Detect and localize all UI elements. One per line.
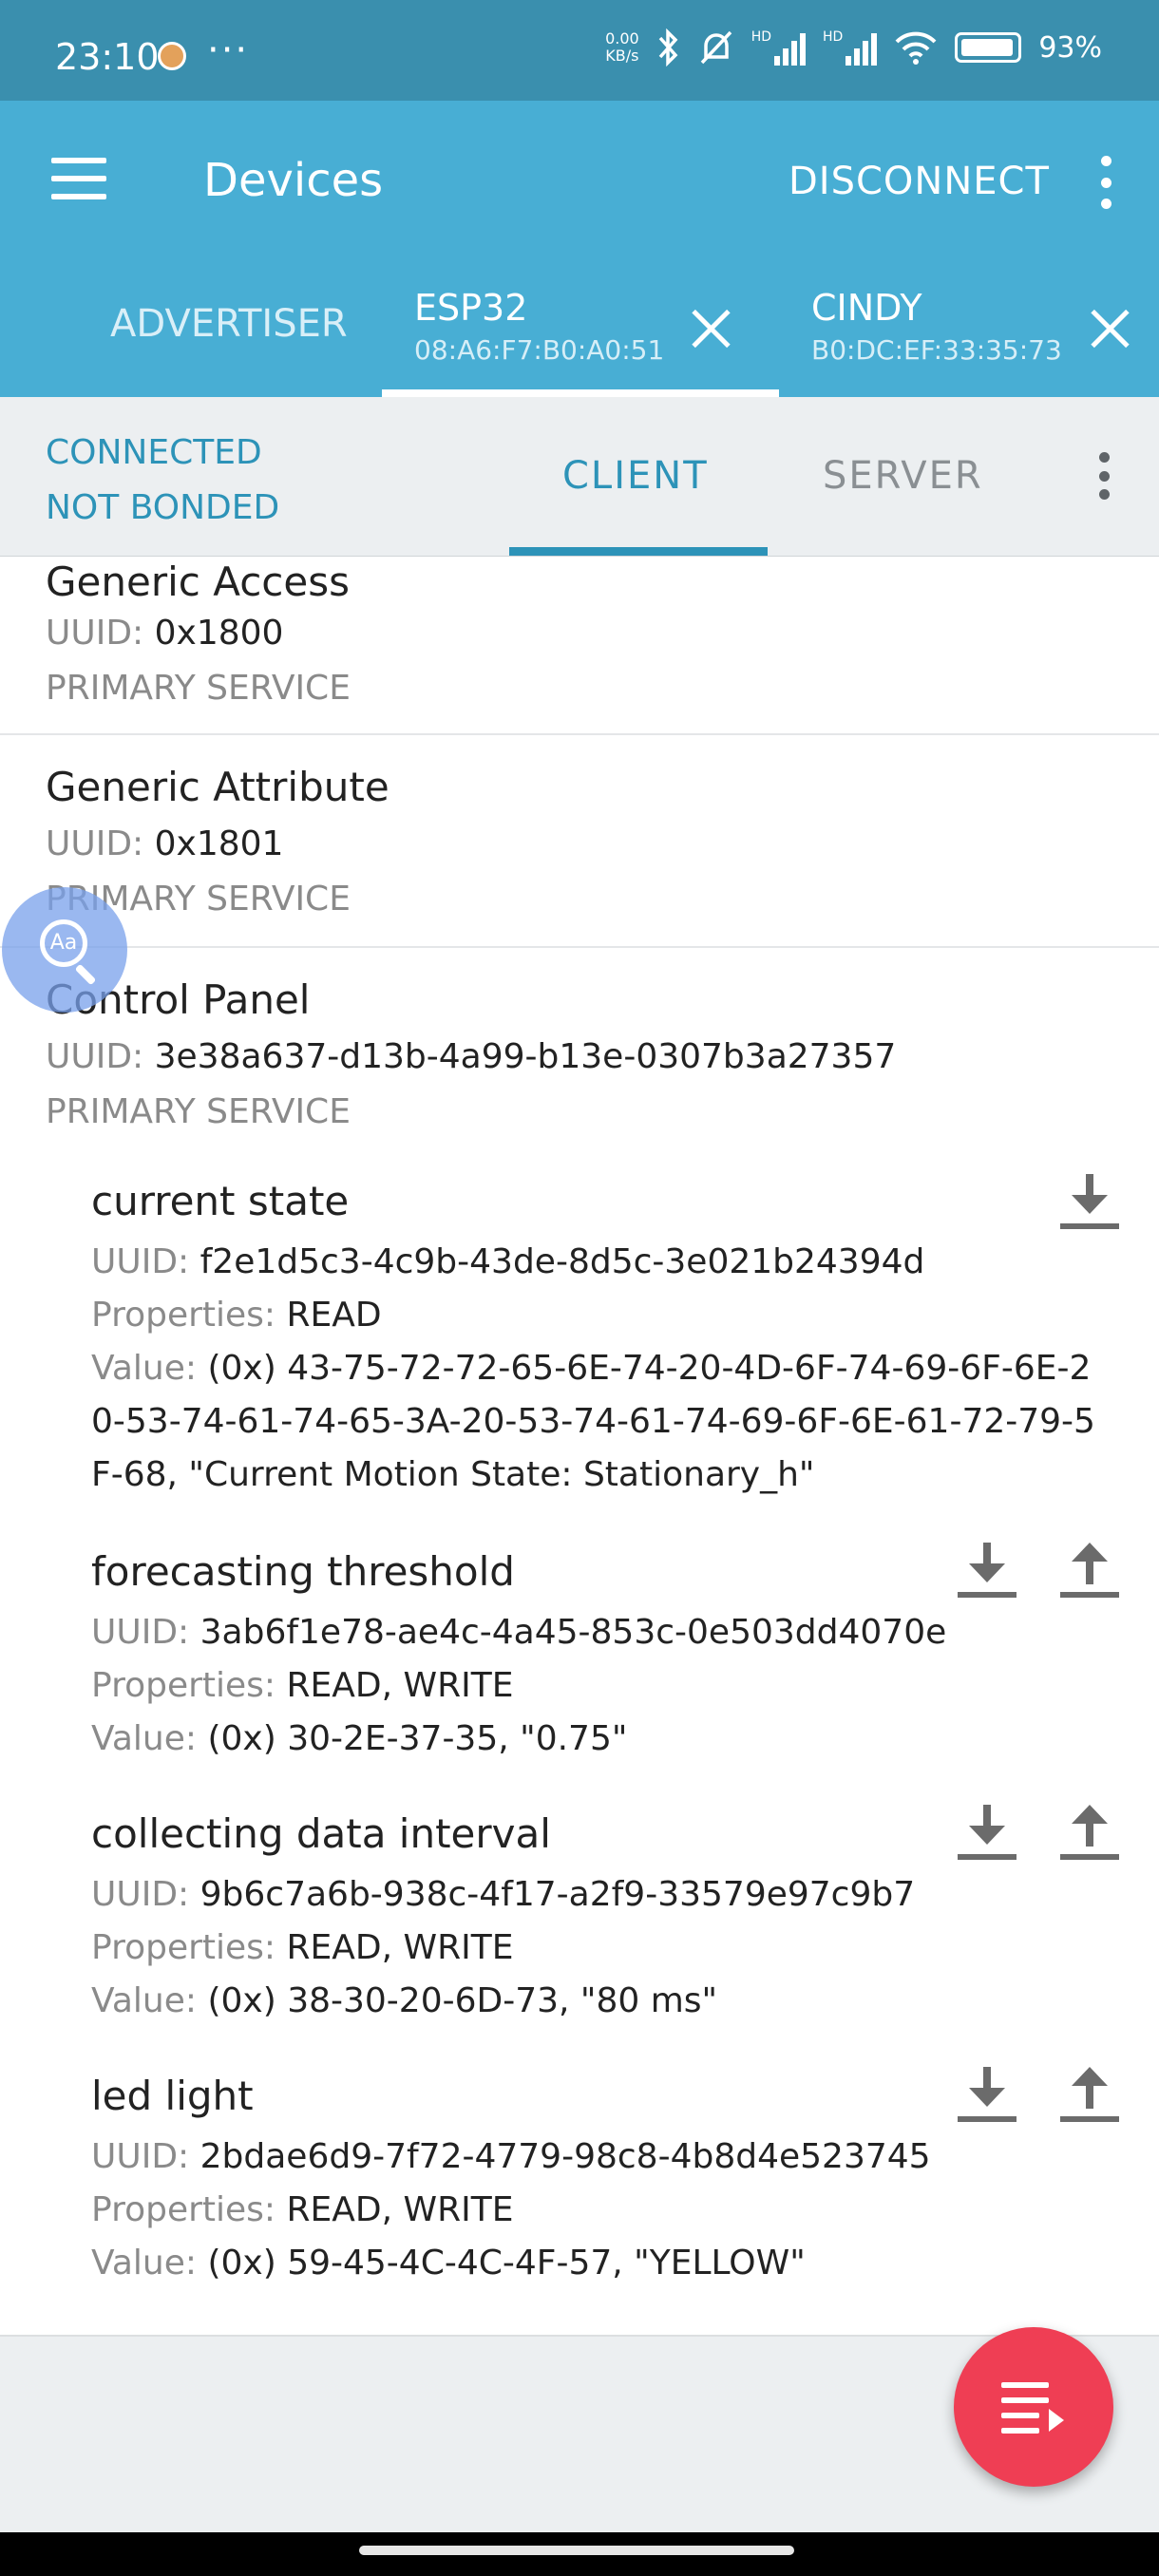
connection-state: CONNECTED [46,433,262,472]
characteristic-current-state[interactable]: current state UUID: f2e1d5c3-4c9b-43de-8… [91,1178,1098,1502]
service-type: PRIMARY SERVICE [46,1092,351,1131]
bell-muted-icon [700,30,732,65]
download-arrow-icon[interactable] [958,1805,1016,1860]
more-vert-icon[interactable] [1100,156,1112,209]
characteristic-value: Value: (0x) 43-75-72-72-65-6E-74-20-4D-6… [91,1349,1095,1494]
tab-esp32-mac: 08:A6:F7:B0:A0:51 [414,334,665,366]
characteristic-uuid: UUID: 3ab6f1e78-ae4c-4a45-853c-0e503dd40… [91,1613,947,1652]
battery-percent: 93% [1038,30,1102,65]
tab-cindy[interactable]: CINDY B0:DC:EF:33:35:73 [811,287,1062,366]
service-uuid: UUID: 3e38a637-d13b-4a99-b13e-0307b3a273… [46,1037,897,1076]
net-speed: 0.00 KB/s [605,29,639,65]
characteristic-value: Value: (0x) 30-2E-37-35, "0.75" [91,1719,628,1758]
close-icon[interactable] [690,308,732,350]
close-icon[interactable] [1089,308,1130,350]
characteristic-uuid: UUID: f2e1d5c3-4c9b-43de-8d5c-3e021b2439… [91,1242,925,1281]
system-navigation-bar [0,2532,1159,2576]
service-type: PRIMARY SERVICE [46,669,351,708]
hamburger-icon[interactable] [51,158,106,199]
characteristic-name: current state [91,1178,350,1224]
download-arrow-icon[interactable] [958,1543,1016,1598]
service-generic-access[interactable]: Generic Access UUID: 0x1800 PRIMARY SERV… [0,557,1159,735]
characteristic-value: Value: (0x) 59-45-4C-4C-4F-57, "YELLOW" [91,2244,806,2282]
upload-arrow-icon[interactable] [1060,1543,1119,1598]
selected-device-indicator [382,389,779,397]
tab-esp32[interactable]: ESP32 08:A6:F7:B0:A0:51 [414,287,664,366]
tab-cindy-name: CINDY [811,287,922,329]
tab-advertiser[interactable]: ADVERTISER [110,302,348,346]
characteristic-properties: Properties: READ [91,1296,382,1335]
characteristic-value: Value: (0x) 38-30-20-6D-73, "80 ms" [91,1981,718,2020]
text-magnifier-icon[interactable]: Aa [2,887,127,1013]
status-icons: 0.00 KB/s HD HD 93% [605,28,1102,66]
characteristic-properties: Properties: READ, WRITE [91,2190,514,2229]
status-bar: 23:10 ··· 0.00 KB/s HD HD 93% [0,0,1159,101]
selected-tab-indicator [509,547,768,556]
connection-status: CONNECTED NOT BONDED [46,426,279,536]
service-uuid: UUID: 0x1801 [46,824,284,863]
bluetooth-icon [658,28,678,66]
more-vert-icon[interactable] [1098,452,1110,500]
battery-icon [955,32,1022,63]
signal-2-icon: HD [823,29,878,66]
notification-app-icon [158,42,186,70]
home-gesture-pill[interactable] [359,2546,794,2555]
playlist-play-icon[interactable] [954,2327,1113,2487]
characteristic-properties: Properties: READ, WRITE [91,1928,514,1967]
service-name: Generic Access [46,559,351,605]
bond-state: NOT BONDED [46,488,280,527]
service-generic-attribute[interactable]: Generic Attribute UUID: 0x1801 PRIMARY S… [0,735,1159,948]
signal-1-icon: HD [751,29,806,66]
characteristic-uuid: UUID: 2bdae6d9-7f72-4779-98c8-4b8d4e5237… [91,2137,931,2176]
connection-bar: CONNECTED NOT BONDED CLIENT SERVER [0,397,1159,557]
characteristic-properties: Properties: READ, WRITE [91,1666,514,1705]
service-name: Generic Attribute [46,764,390,810]
tab-cindy-mac: B0:DC:EF:33:35:73 [811,334,1062,366]
upload-arrow-icon[interactable] [1060,2067,1119,2122]
more-notifications: ··· [207,28,250,72]
service-uuid: UUID: 0x1800 [46,614,284,653]
tab-server[interactable]: SERVER [823,454,983,498]
upload-arrow-icon[interactable] [1060,1805,1119,1860]
page-title: Devices [203,154,384,207]
characteristic-uuid: UUID: 9b6c7a6b-938c-4f17-a2f9-33579e97c9… [91,1875,916,1914]
disconnect-button[interactable]: DISCONNECT [788,160,1050,203]
clock: 23:10 [55,36,160,78]
download-arrow-icon[interactable] [1060,1174,1119,1229]
wifi-icon [895,31,937,65]
tab-client[interactable]: CLIENT [562,454,709,498]
download-arrow-icon[interactable] [958,2067,1016,2122]
tab-esp32-name: ESP32 [414,287,528,329]
